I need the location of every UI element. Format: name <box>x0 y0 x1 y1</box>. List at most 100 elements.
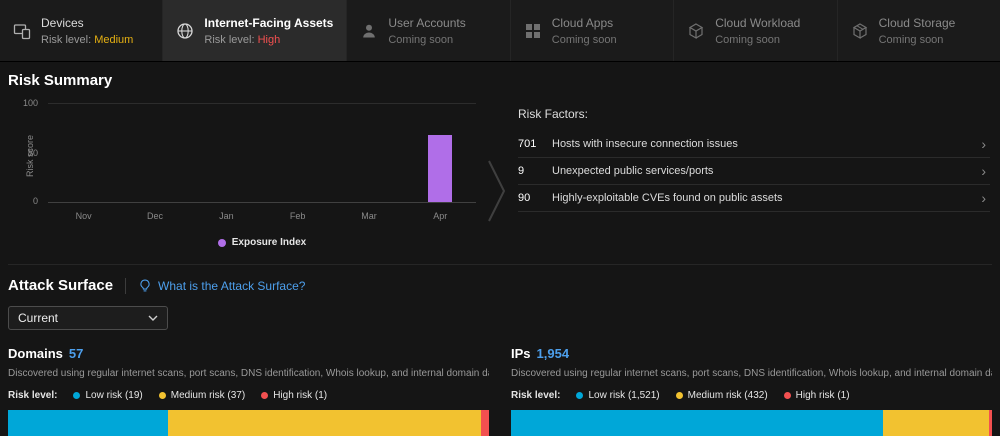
lightbulb-icon <box>138 279 152 293</box>
tab-label: User Accounts <box>388 16 465 30</box>
low-risk-dot <box>73 392 80 399</box>
x-tick-nov: Nov <box>48 211 119 221</box>
exposure-index-legend-label: Exposure Index <box>232 237 306 248</box>
attack-surface-title: Attack Surface <box>8 277 113 294</box>
tab-label: Cloud Workload <box>715 16 800 30</box>
ips-card: IPs 1,954 Discovered using regular inter… <box>511 346 992 436</box>
medium-risk-dot <box>676 392 683 399</box>
domains-card: Domains 57 Discovered using regular inte… <box>8 346 489 436</box>
tab-cloud-storage[interactable]: Cloud Storage Coming soon <box>838 0 1000 61</box>
risk-factor-count: 9 <box>518 165 552 177</box>
risk-score-chart: Risk score 100 50 0 Nov Dec Jan Feb Mar … <box>8 103 476 248</box>
attack-surface-help-label: What is the Attack Surface? <box>158 279 305 293</box>
risk-level-label: Risk level: <box>511 390 560 401</box>
y-tick-50: 50 <box>28 149 48 158</box>
risk-level-label: Risk level: <box>8 390 57 401</box>
chevron-right-icon: › <box>981 137 990 151</box>
legend-high-risk: High risk (1) <box>261 390 327 401</box>
chevron-right-icon <box>486 159 508 223</box>
legend-low-risk: Low risk (1,521) <box>576 390 659 401</box>
exposure-index-bar <box>428 135 452 202</box>
risk-factor-count: 701 <box>518 138 552 150</box>
risk-factor-row-insecure-connections[interactable]: 701 Hosts with insecure connection issue… <box>518 131 990 158</box>
coming-soon-label: Coming soon <box>388 34 465 46</box>
legend-high-risk: High risk (1) <box>784 390 850 401</box>
attack-surface-help-link[interactable]: What is the Attack Surface? <box>138 279 305 293</box>
x-tick-jan: Jan <box>191 211 262 221</box>
coming-soon-label: Coming soon <box>552 34 617 46</box>
tab-label: Cloud Apps <box>552 16 617 30</box>
risk-factor-count: 90 <box>518 192 552 204</box>
risk-factor-label: Hosts with insecure connection issues <box>552 138 981 150</box>
y-tick-100: 100 <box>23 99 48 108</box>
risk-summary-section: Risk Summary Risk score 100 50 0 Nov Dec… <box>8 72 992 248</box>
legend-low-risk: Low risk (19) <box>73 390 142 401</box>
user-icon <box>360 22 378 40</box>
legend-medium-risk: Medium risk (37) <box>159 390 245 401</box>
tab-user-accounts[interactable]: User Accounts Coming soon <box>347 0 510 61</box>
risk-level-label: Risk level: <box>204 34 254 46</box>
legend-medium-risk: Medium risk (432) <box>676 390 768 401</box>
domains-count[interactable]: 57 <box>69 346 83 361</box>
tab-label: Internet-Facing Assets <box>204 16 333 30</box>
ips-description: Discovered using regular internet scans,… <box>511 368 992 379</box>
time-filter-dropdown[interactable]: Current <box>8 306 168 330</box>
domains-title: Domains <box>8 346 63 361</box>
risk-bar-segment-low <box>511 410 883 436</box>
tab-devices[interactable]: Devices Risk level: Medium <box>0 0 163 61</box>
chevron-right-icon: › <box>981 191 990 205</box>
risk-factor-label: Highly-exploitable CVEs found on public … <box>552 192 981 204</box>
chevron-right-icon: › <box>981 164 990 178</box>
high-risk-dot <box>784 392 791 399</box>
domains-description: Discovered using regular internet scans,… <box>8 368 489 379</box>
risk-level-label: Risk level: <box>41 34 91 46</box>
domains-risk-bar <box>8 410 489 436</box>
x-tick-feb: Feb <box>262 211 333 221</box>
attack-surface-section: Attack Surface What is the Attack Surfac… <box>8 264 992 436</box>
coming-soon-label: Coming soon <box>715 34 800 46</box>
risk-level-value: Medium <box>94 34 133 46</box>
main-content: Risk Summary Risk score 100 50 0 Nov Dec… <box>0 62 1000 436</box>
risk-bar-segment-medium <box>883 410 989 436</box>
ips-count[interactable]: 1,954 <box>537 346 570 361</box>
risk-factors-title: Risk Factors: <box>518 107 990 121</box>
vertical-divider <box>125 278 126 294</box>
risk-factor-row-exploitable-cves[interactable]: 90 Highly-exploitable CVEs found on publ… <box>518 185 990 212</box>
time-filter-value: Current <box>18 311 58 325</box>
risk-summary-title: Risk Summary <box>8 72 992 89</box>
risk-bar-segment-medium <box>168 410 480 436</box>
x-tick-mar: Mar <box>333 211 404 221</box>
high-risk-dot <box>261 392 268 399</box>
chart-legend: Exposure Index <box>48 237 476 248</box>
x-tick-dec: Dec <box>119 211 190 221</box>
medium-risk-dot <box>159 392 166 399</box>
x-tick-apr: Apr <box>405 211 476 221</box>
y-tick-0: 0 <box>33 197 48 206</box>
tab-cloud-workload[interactable]: Cloud Workload Coming soon <box>674 0 837 61</box>
grid-icon <box>524 22 542 40</box>
risk-bar-segment-high <box>989 410 992 436</box>
tab-label: Devices <box>41 16 133 30</box>
chevron-down-icon <box>148 315 158 321</box>
asset-type-tab-bar: Devices Risk level: Medium Internet-Faci… <box>0 0 1000 62</box>
devices-icon <box>13 22 31 40</box>
ips-title: IPs <box>511 346 531 361</box>
risk-factor-row-public-services[interactable]: 9 Unexpected public services/ports › <box>518 158 990 185</box>
risk-bar-segment-high <box>481 410 489 436</box>
risk-factor-label: Unexpected public services/ports <box>552 165 981 177</box>
cube-icon <box>687 22 705 40</box>
gridline-100 <box>48 103 476 104</box>
tab-label: Cloud Storage <box>879 16 956 30</box>
coming-soon-label: Coming soon <box>879 34 956 46</box>
exposure-index-legend-dot <box>218 239 226 247</box>
risk-level-value: High <box>258 34 281 46</box>
tab-cloud-apps[interactable]: Cloud Apps Coming soon <box>511 0 674 61</box>
globe-icon <box>176 22 194 40</box>
tab-internet-facing-assets[interactable]: Internet-Facing Assets Risk level: High <box>163 0 347 61</box>
low-risk-dot <box>576 392 583 399</box>
risk-bar-segment-low <box>8 410 168 436</box>
storage-box-icon <box>851 22 869 40</box>
chart-to-factors-connector <box>476 103 518 248</box>
ips-risk-bar <box>511 410 992 436</box>
risk-factors-panel: Risk Factors: 701 Hosts with insecure co… <box>518 103 992 248</box>
